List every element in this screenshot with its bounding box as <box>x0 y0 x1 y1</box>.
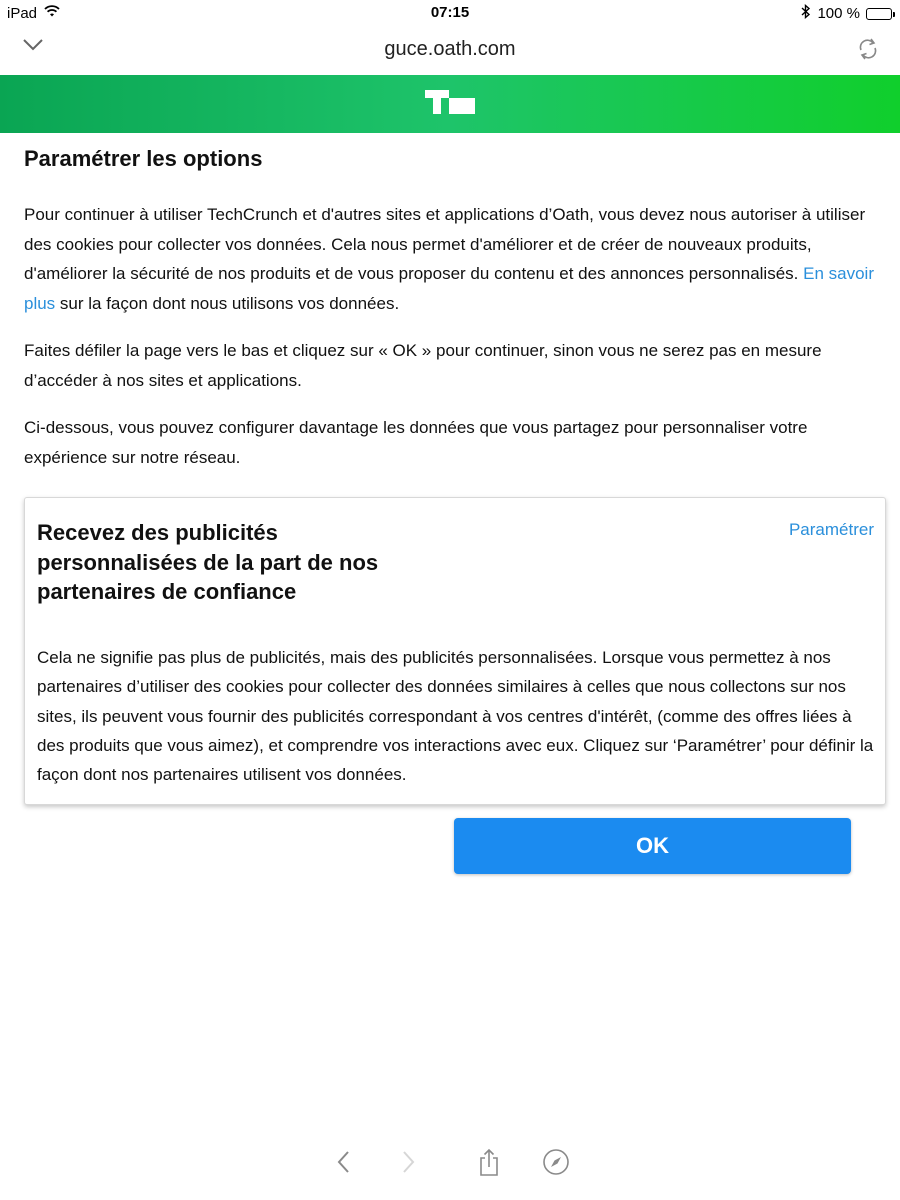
card-body: Cela ne signifie pas plus de publicités,… <box>37 648 874 785</box>
intro-paragraph: Pour continuer à utiliser TechCrunch et … <box>24 200 876 318</box>
scroll-instruction: Faites défiler la page vers le bas et cl… <box>24 341 822 390</box>
ok-button[interactable]: OK <box>454 818 851 874</box>
compass-icon[interactable] <box>542 1148 570 1181</box>
status-bar: iPad 07:15 100 % <box>0 0 900 26</box>
bluetooth-icon <box>801 3 811 23</box>
url-text[interactable]: guce.oath.com <box>0 38 900 61</box>
browser-toolbar <box>0 1140 900 1186</box>
back-icon[interactable] <box>334 1148 354 1181</box>
site-banner <box>0 75 900 133</box>
intro-text: Pour continuer à utiliser TechCrunch et … <box>24 205 866 283</box>
personalized-ads-card: Recevez des publicités personnalisées de… <box>24 497 886 805</box>
main-content: Paramétrer les options Pour continuer à … <box>24 146 876 472</box>
battery-icon <box>866 7 895 20</box>
forward-icon[interactable] <box>398 1148 418 1181</box>
reload-icon[interactable] <box>856 36 880 67</box>
card-title: Recevez des publicités personnalisées de… <box>37 520 379 604</box>
techcrunch-logo <box>425 89 475 119</box>
configure-intro: Ci-dessous, vous pouvez configurer davan… <box>24 418 808 467</box>
status-right: 100 % <box>801 3 895 23</box>
configure-link[interactable]: Paramétrer <box>789 520 874 540</box>
share-icon[interactable] <box>478 1148 500 1183</box>
battery-percent: 100 % <box>817 5 860 22</box>
page-title: Paramétrer les options <box>24 146 263 171</box>
status-time: 07:15 <box>430 4 470 21</box>
intro-text-end: sur la façon dont nous utilisons vos don… <box>55 293 400 313</box>
url-bar[interactable]: guce.oath.com <box>0 28 900 74</box>
